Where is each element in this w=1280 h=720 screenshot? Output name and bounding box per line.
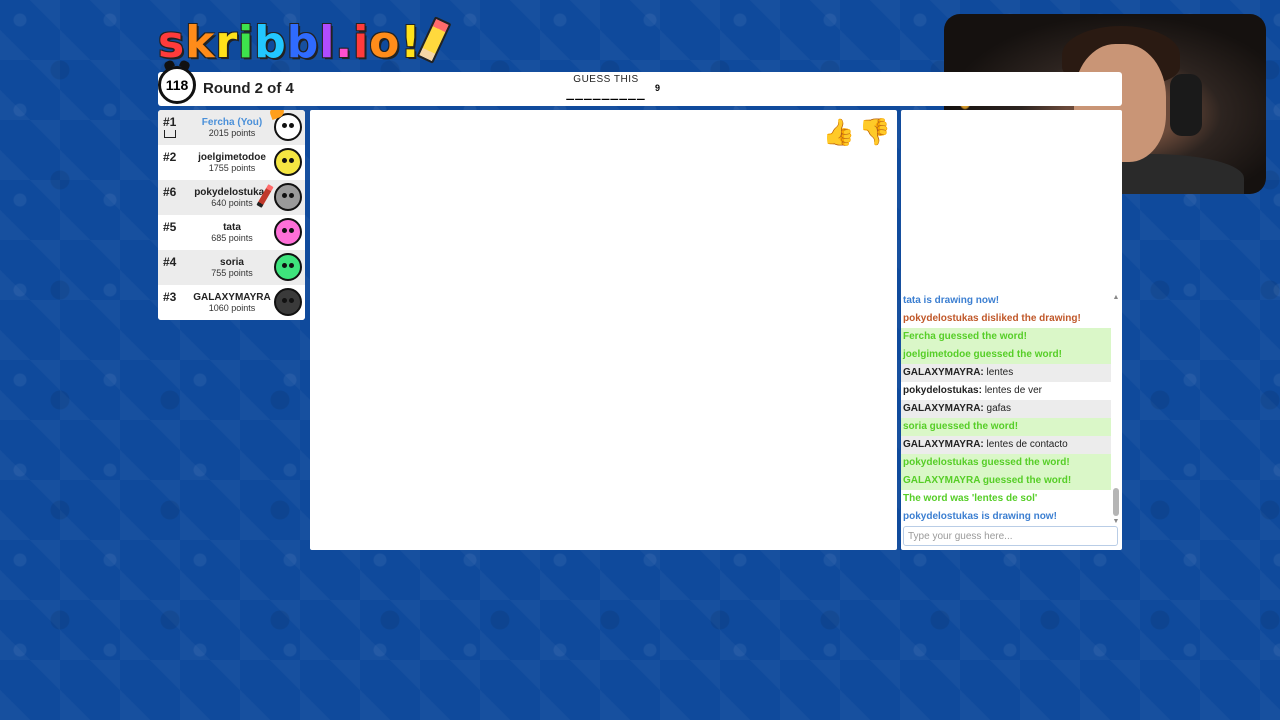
word-blanks: _________: [566, 86, 646, 101]
player-rank: #1: [163, 115, 177, 129]
chat-text: gafas: [983, 403, 1011, 414]
crown-icon: [164, 130, 176, 138]
logo-letter: i: [353, 17, 370, 68]
logo-letter: .: [335, 17, 354, 68]
chat-message: GALAXYMAYRA: lentes de contacto: [901, 436, 1111, 454]
chat-messages: tata is drawing now! pokydelostukas disli…: [901, 292, 1111, 526]
chat-system-text: soria guessed the word!: [903, 421, 1019, 432]
game-header: 118 Round 2 of 4 GUESS THIS _________ 9: [158, 66, 1122, 106]
word-length: 9: [655, 83, 661, 93]
player-avatar: [274, 253, 302, 281]
logo-letter: k: [185, 17, 216, 68]
player-points: 685 points: [211, 233, 253, 243]
player-row[interactable]: #2 joelgimetodoe 1755 points: [158, 145, 305, 180]
chat-message: GALAXYMAYRA: gafas: [901, 400, 1111, 418]
chat-text: lentes de contacto: [983, 439, 1068, 450]
player-rank: #4: [163, 255, 177, 269]
player-rank: #3: [163, 290, 177, 304]
player-rank: #2: [163, 150, 177, 164]
chat-system-text: GALAXYMAYRA guessed the word!: [903, 475, 1072, 486]
player-points: 1060 points: [208, 303, 256, 313]
chat-system-text: pokydelostukas guessed the word!: [903, 457, 1070, 468]
player-row[interactable]: #4 soria 755 points: [158, 250, 305, 285]
chat-message: The word was 'lentes de sol': [901, 490, 1111, 508]
player-avatar: [274, 288, 302, 316]
chat-username: GALAXYMAYRA:: [903, 439, 984, 450]
logo-letter: r: [215, 17, 239, 68]
player-row[interactable]: #3 GALAXYMAYRA 1060 points: [158, 285, 305, 320]
chat-message: Fercha guessed the word!: [901, 328, 1111, 346]
player-points: 755 points: [211, 268, 253, 278]
logo-letter: o: [369, 17, 401, 68]
logo-text: skribbl.io!: [158, 17, 421, 68]
guess-this-label: GUESS THIS: [573, 74, 639, 85]
player-rank: #5: [163, 220, 177, 234]
player-avatar: [274, 148, 302, 176]
skribbl-logo: skribbl.io!: [158, 14, 452, 68]
chat-system-text: joelgimetodoe guessed the word!: [903, 349, 1062, 360]
chat-system-text: Fercha guessed the word!: [903, 331, 1027, 342]
player-info: GALAXYMAYRA 1060 points: [188, 292, 276, 313]
chat-username: GALAXYMAYRA:: [903, 403, 984, 414]
player-name: soria: [220, 257, 244, 268]
guess-input[interactable]: [903, 526, 1118, 546]
player-list: #1 Fercha (You) 2015 points #2 joelgimet…: [158, 110, 305, 320]
logo-letter: l: [319, 17, 336, 68]
logo-letter: !: [400, 17, 422, 68]
player-avatar: [274, 218, 302, 246]
timer-value: 118: [165, 77, 189, 93]
chat-scrollbar[interactable]: ▲ ▼: [1112, 292, 1120, 526]
chat-system-text: pokydelostukas is drawing now!: [903, 511, 1057, 522]
player-row[interactable]: #6 pokydelostukas 640 points: [158, 180, 305, 215]
player-name: Fercha (You): [201, 117, 263, 128]
chat-message: pokydelostukas disliked the drawing!: [901, 310, 1111, 328]
logo-letter: b: [286, 17, 320, 68]
player-info: joelgimetodoe 1755 points: [188, 152, 276, 173]
player-name: tata: [223, 222, 241, 233]
word-hint: GUESS THIS _________: [556, 74, 656, 101]
round-indicator: Round 2 of 4: [203, 80, 294, 97]
chat-message: pokydelostukas: lentes de ver: [901, 382, 1111, 400]
player-info: tata 685 points: [188, 222, 276, 243]
thumbs-up-icon[interactable]: 👍: [823, 116, 855, 148]
player-points: 1755 points: [208, 163, 256, 173]
chat-message: GALAXYMAYRA guessed the word!: [901, 472, 1111, 490]
chat-username: GALAXYMAYRA:: [903, 367, 984, 378]
player-info: soria 755 points: [188, 257, 276, 278]
chat-message: soria guessed the word!: [901, 418, 1111, 436]
thumbs-down-icon[interactable]: 👍: [859, 116, 891, 148]
chat-message: pokydelostukas is drawing now!: [901, 508, 1111, 526]
chat-system-text: The word was 'lentes de sol': [903, 493, 1038, 504]
chat-panel: tata is drawing now! pokydelostukas disli…: [901, 110, 1122, 550]
chat-message: pokydelostukas guessed the word!: [901, 454, 1111, 472]
timer-clock-icon: 118: [158, 66, 196, 104]
player-name: joelgimetodoe: [198, 152, 266, 163]
player-points: 2015 points: [208, 128, 256, 138]
chat-message: GALAXYMAYRA: lentes: [901, 364, 1111, 382]
chat-text: lentes de ver: [981, 385, 1042, 396]
player-row[interactable]: #1 Fercha (You) 2015 points: [158, 110, 305, 145]
player-row[interactable]: #5 tata 685 points: [158, 215, 305, 250]
chat-system-text: tata is drawing now!: [903, 295, 1000, 306]
logo-letter: b: [254, 17, 287, 68]
player-avatar: [274, 183, 302, 211]
chat-message: tata is drawing now!: [901, 292, 1111, 310]
player-rank: #6: [163, 185, 177, 199]
headset-icon: [1170, 74, 1202, 136]
chat-text: lentes: [983, 367, 1014, 378]
player-name: GALAXYMAYRA: [193, 292, 271, 303]
scroll-down-icon[interactable]: ▼: [1112, 518, 1120, 526]
scroll-thumb[interactable]: [1113, 488, 1119, 516]
player-info: Fercha (You) 2015 points: [188, 117, 276, 138]
chat-username: pokydelostukas:: [903, 385, 982, 396]
logo-letter: i: [238, 17, 255, 68]
drawing-canvas[interactable]: 👍 👍: [310, 110, 897, 550]
chat-message: joelgimetodoe guessed the word!: [901, 346, 1111, 364]
scroll-up-icon[interactable]: ▲: [1112, 294, 1120, 302]
chat-system-text: pokydelostukas disliked the drawing!: [903, 313, 1081, 324]
pencil-icon: [417, 16, 452, 64]
